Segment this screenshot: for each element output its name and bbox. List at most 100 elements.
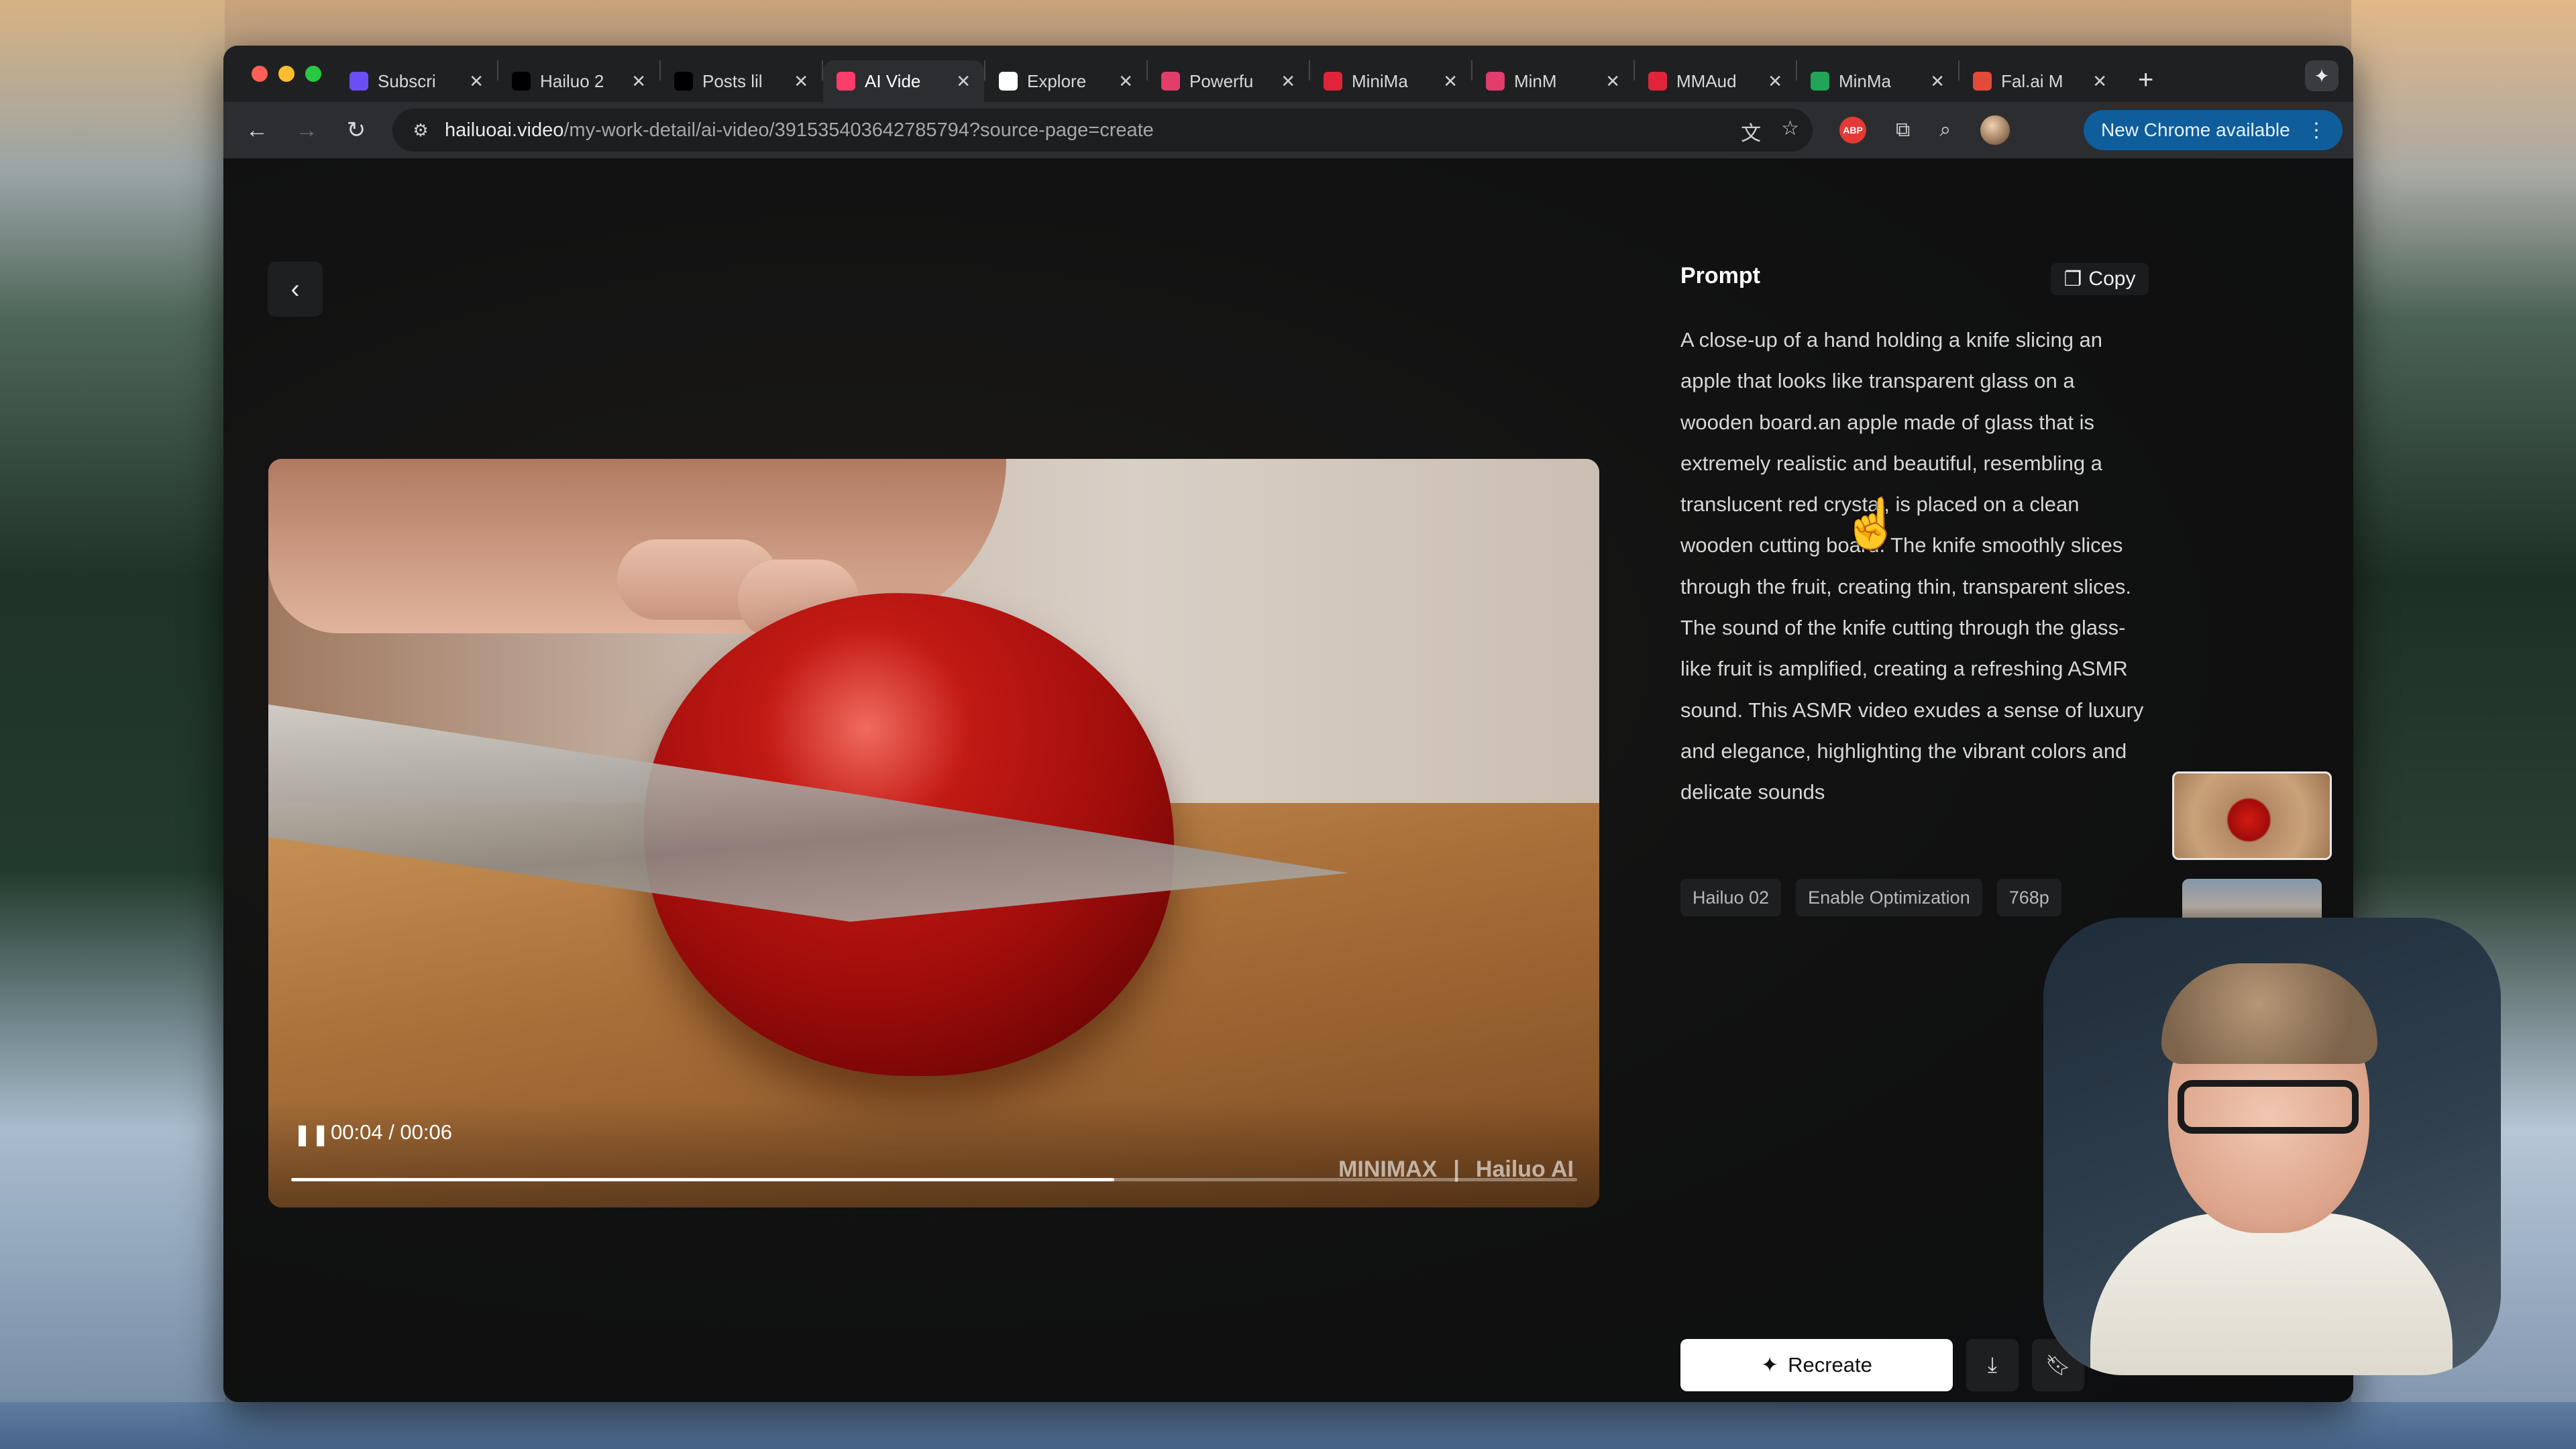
tab-label: Hailuo 2	[540, 70, 604, 91]
browser-tab[interactable]: Posts lil ✕	[661, 60, 822, 102]
close-tab-icon[interactable]: ✕	[794, 71, 808, 92]
watermark-product: Hailuo AI	[1475, 1157, 1574, 1182]
close-tab-icon[interactable]: ✕	[631, 71, 646, 92]
close-tab-icon[interactable]: ✕	[1443, 71, 1458, 92]
tab-label: Posts lil	[702, 70, 763, 91]
close-tab-icon[interactable]: ✕	[1281, 71, 1295, 92]
close-tab-icon[interactable]: ✕	[1930, 71, 1945, 92]
watermark-brand: MINIMAX	[1338, 1157, 1438, 1182]
new-tab-button[interactable]: +	[2138, 65, 2153, 95]
gemini-sparkle-icon[interactable]: ✦	[2305, 60, 2339, 91]
close-tab-icon[interactable]: ✕	[1768, 71, 1782, 92]
sparkle-icon: ✦	[1761, 1353, 1779, 1377]
tab-label: Fal.ai M	[2001, 70, 2063, 91]
back-arrow-icon[interactable]: ←	[237, 110, 277, 150]
video-time: 00:04 / 00:06	[331, 1120, 452, 1144]
download-icon[interactable]: ⤓	[1966, 1339, 2019, 1391]
prompt-heading: Prompt	[1680, 263, 1760, 288]
hand-cursor-icon: ☝	[1841, 497, 1902, 551]
minimize-window-button[interactable]	[278, 66, 294, 82]
tab-strip: Subscri ✕ Hailuo 2 ✕ Posts lil ✕ AI Vide ✕ Explo…	[336, 46, 2121, 102]
video-controls-overlay	[268, 1100, 1599, 1208]
extensions-puzzle-icon[interactable]: ⧉	[1896, 119, 1910, 142]
video-progress-fill	[291, 1178, 1114, 1181]
powerful-icon	[1161, 72, 1180, 91]
optimization-chip: Enable Optimization	[1796, 879, 1982, 916]
back-button[interactable]: ‹	[268, 262, 323, 317]
generation-tags: Hailuo 02 Enable Optimization 768p	[1680, 879, 2061, 916]
browser-tab[interactable]: AI Vide ✕	[823, 60, 984, 102]
url-path: /my-work-detail/ai-video/391535403642785…	[564, 119, 1154, 141]
sheets-icon	[1811, 72, 1829, 91]
close-tab-icon[interactable]: ✕	[469, 71, 484, 92]
browser-tab[interactable]: Subscri ✕	[336, 60, 497, 102]
browser-tab[interactable]: Explore ✕	[985, 60, 1146, 102]
close-tab-icon[interactable]: ✕	[2092, 71, 2107, 92]
kebab-menu-icon[interactable]: ⋮	[2306, 119, 2326, 142]
tab-label: MiniMa	[1352, 70, 1408, 91]
hailuo-purple-icon	[350, 72, 368, 91]
chevron-left-icon: ‹	[290, 274, 300, 304]
close-tab-icon[interactable]: ✕	[1118, 71, 1133, 92]
tab-bar: Subscri ✕ Hailuo 2 ✕ Posts lil ✕ AI Vide ✕ Explo…	[223, 46, 2353, 102]
ai-video-icon	[837, 72, 855, 91]
url-text[interactable]: hailuoai.video/my-work-detail/ai-video/3…	[445, 119, 1154, 142]
recreate-button[interactable]: ✦ Recreate	[1680, 1339, 1953, 1391]
mmaudio-icon	[1648, 72, 1667, 91]
copy-button[interactable]: ❐ Copy	[2051, 263, 2149, 295]
webcam-person-glasses	[2178, 1080, 2359, 1134]
browser-tab[interactable]: MinM ✕	[1472, 60, 1633, 102]
close-tab-icon[interactable]: ✕	[1605, 71, 1620, 92]
x-icon	[674, 72, 693, 91]
adblock-plus-icon[interactable]: ABP	[1839, 117, 1866, 144]
minimax-video-icon	[1486, 72, 1505, 91]
translate-icon[interactable]: 文	[1741, 117, 1761, 146]
explore-icon	[999, 72, 1018, 91]
address-bar[interactable]: ⚙ hailuoai.video/my-work-detail/ai-video…	[392, 109, 1813, 152]
tab-label: MinMa	[1839, 70, 1892, 91]
forward-arrow-icon[interactable]: →	[286, 110, 327, 150]
new-chrome-available-button[interactable]: New Chrome available ⋮	[2084, 110, 2343, 150]
tab-label: AI Vide	[865, 70, 921, 91]
browser-tab[interactable]: MiniMa ✕	[1310, 60, 1471, 102]
browser-tab[interactable]: MinMa ✕	[1797, 60, 1958, 102]
profile-avatar[interactable]	[1980, 115, 2010, 145]
current-time: 00:04	[331, 1120, 383, 1144]
webcam-overlay	[2043, 918, 2501, 1375]
close-window-button[interactable]	[252, 66, 268, 82]
prompt-text: A close-up of a hand holding a knife sli…	[1680, 328, 2144, 804]
tab-search-icon[interactable]: ⌕	[1939, 119, 1951, 142]
bookmark-star-icon[interactable]: ☆	[1781, 117, 1799, 146]
pause-icon[interactable]: ❚❚	[294, 1123, 330, 1146]
tab-label: Powerfu	[1189, 70, 1254, 91]
tab-label: Subscri	[378, 70, 436, 91]
close-tab-icon[interactable]: ✕	[956, 71, 971, 92]
tab-label: MMAud	[1676, 70, 1737, 91]
window-controls	[252, 66, 321, 82]
desktop-wallpaper-bottom	[0, 1402, 2576, 1449]
browser-toolbar: ← → ↻ ⚙ hailuoai.video/my-work-detail/ai…	[223, 102, 2353, 158]
browser-tab[interactable]: Powerfu ✕	[1148, 60, 1309, 102]
maximize-window-button[interactable]	[305, 66, 321, 82]
video-watermark: MINIMAX | Hailuo AI	[1338, 1157, 1574, 1183]
url-host: hailuoai.video	[445, 119, 564, 141]
resolution-chip: 768p	[1996, 879, 2061, 916]
browser-tab[interactable]: Hailuo 2 ✕	[498, 60, 659, 102]
reload-icon[interactable]: ↻	[336, 110, 376, 150]
watermark-divider: |	[1453, 1157, 1460, 1182]
duration: 00:06	[400, 1120, 452, 1144]
video-player[interactable]: ❚❚ 00:04 / 00:06 MINIMAX | Hailuo AI	[268, 459, 1599, 1208]
tab-label: MinM	[1514, 70, 1557, 91]
desktop-wallpaper-left	[0, 0, 225, 1449]
browser-window: Subscri ✕ Hailuo 2 ✕ Posts lil ✕ AI Vide ✕ Explo…	[223, 46, 2353, 1402]
page-content: ‹ ❚❚ 00:04 / 00:06 MINIMAX | Hailuo AI P…	[223, 158, 2353, 1402]
site-settings-icon[interactable]: ⚙	[407, 117, 434, 144]
copy-label: Copy	[2088, 268, 2136, 290]
browser-tab[interactable]: Fal.ai M ✕	[1960, 60, 2121, 102]
threads-icon	[512, 72, 531, 91]
copy-icon: ❐	[2063, 268, 2082, 290]
new-chrome-label: New Chrome available	[2101, 119, 2290, 140]
browser-tab[interactable]: MMAud ✕	[1635, 60, 1796, 102]
address-bar-actions: 文 ☆	[1741, 117, 1799, 146]
video-thumbnail-selected[interactable]	[2172, 771, 2332, 860]
